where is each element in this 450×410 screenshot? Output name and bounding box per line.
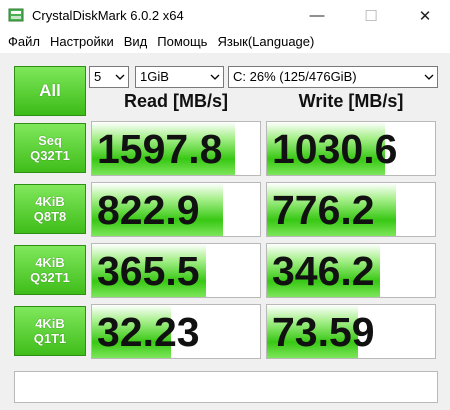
menu-settings[interactable]: Настройки <box>45 31 119 53</box>
read-result: 32.23 <box>91 304 261 359</box>
menu-language[interactable]: Язык(Language) <box>212 31 319 53</box>
test-label-line1: 4KiB <box>35 316 65 331</box>
test-label-line2: Q1T1 <box>33 331 67 346</box>
test-label-line1: 4KiB <box>35 255 65 270</box>
test-label-line1: 4KiB <box>35 194 65 209</box>
drive-value: C: 26% (125/476GiB) <box>233 69 357 84</box>
chevron-down-icon <box>424 74 434 80</box>
test-label-line2: Q32T1 <box>30 148 70 163</box>
read-value: 822.9 <box>97 187 200 233</box>
chevron-down-icon <box>115 74 125 80</box>
all-button[interactable]: All <box>14 66 86 116</box>
test-button-4kib-q8t8[interactable]: 4KiB Q8T8 <box>14 184 86 234</box>
minimize-button[interactable]: — <box>294 0 340 31</box>
test-button-4kib-q32t1[interactable]: 4KiB Q32T1 <box>14 245 86 295</box>
close-button[interactable]: ✕ <box>402 0 448 31</box>
menu-help[interactable]: Помощь <box>152 31 212 53</box>
read-result: 822.9 <box>91 182 261 237</box>
read-result: 365.5 <box>91 243 261 298</box>
drive-select[interactable]: C: 26% (125/476GiB) <box>228 66 438 88</box>
menu-bar: Файл Настройки Вид Помощь Язык(Language) <box>0 31 450 53</box>
write-result: 1030.6 <box>266 121 436 176</box>
write-value: 73.59 <box>272 309 375 355</box>
comment-field[interactable] <box>14 371 438 403</box>
write-value: 346.2 <box>272 248 375 294</box>
menu-file[interactable]: Файл <box>0 31 45 53</box>
write-result: 73.59 <box>266 304 436 359</box>
read-value: 1597.8 <box>97 126 223 172</box>
test-size-select[interactable]: 1GiB <box>135 66 224 88</box>
write-value: 776.2 <box>272 187 375 233</box>
test-size-value: 1GiB <box>140 69 169 84</box>
menu-view[interactable]: Вид <box>119 31 153 53</box>
test-count-value: 5 <box>94 69 102 84</box>
read-header: Read [MB/s] <box>123 91 228 111</box>
test-count-select[interactable]: 5 <box>89 66 129 88</box>
test-button-seq-q32t1[interactable]: Seq Q32T1 <box>14 123 86 173</box>
write-result: 346.2 <box>266 243 436 298</box>
read-result: 1597.8 <box>91 121 261 176</box>
app-icon <box>8 8 24 22</box>
read-value: 32.23 <box>97 309 200 355</box>
write-result: 776.2 <box>266 182 436 237</box>
test-label-line2: Q8T8 <box>33 209 67 224</box>
write-header: Write [MB/s] <box>298 91 404 111</box>
window-title: CrystalDiskMark 6.0.2 x64 <box>32 8 184 23</box>
maximize-button[interactable]: ☐ <box>348 0 394 31</box>
read-value: 365.5 <box>97 248 200 294</box>
title-bar: CrystalDiskMark 6.0.2 x64 — ☐ ✕ <box>0 0 450 31</box>
test-label-line1: Seq <box>38 133 62 148</box>
test-label-line2: Q32T1 <box>30 270 70 285</box>
main-panel: All 5 1GiB C: 26% (125/476GiB) Read [MB/… <box>0 53 450 410</box>
chevron-down-icon <box>210 74 220 80</box>
write-value: 1030.6 <box>272 126 398 172</box>
test-button-4kib-q1t1[interactable]: 4KiB Q1T1 <box>14 306 86 356</box>
